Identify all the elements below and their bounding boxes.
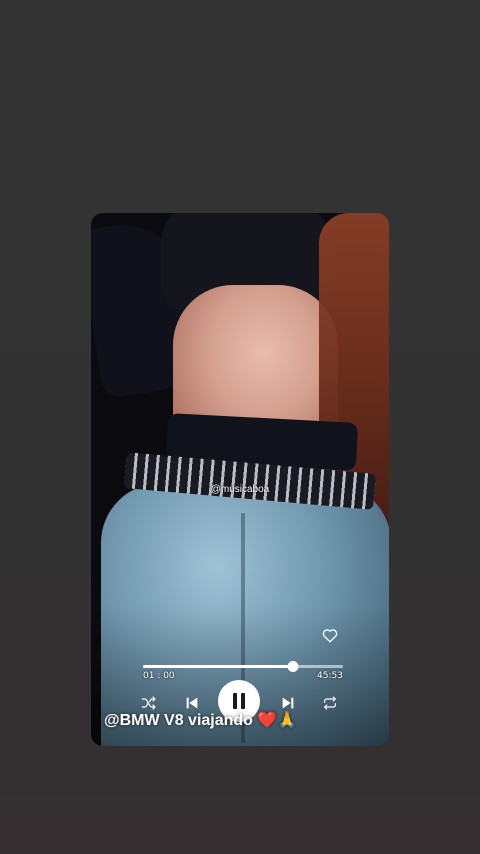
praying-hands-emoji: 🙏: [277, 712, 298, 729]
caption-label: @BMW V8 viajando: [104, 712, 253, 729]
repeat-icon: [324, 696, 336, 710]
story-screen: @musicaboa 01 : 00 45:53 @BMW V8 viajand…: [0, 0, 480, 854]
total-time: 45:53: [317, 671, 343, 681]
progress-fill: [143, 665, 293, 668]
skip-next-icon: [282, 697, 294, 709]
skip-previous-icon: [186, 697, 198, 709]
heart-emoji: ❤️: [257, 712, 278, 729]
shuffle-icon: [141, 696, 156, 710]
repeat-button[interactable]: [319, 693, 341, 713]
heart-outline-icon: [322, 628, 338, 642]
like-button[interactable]: [321, 626, 339, 644]
progress-handle[interactable]: [287, 661, 299, 672]
pause-icon: [233, 693, 245, 709]
progress-bar[interactable]: [143, 661, 343, 672]
watermark-text: @musicaboa: [210, 484, 270, 495]
story-card[interactable]: @musicaboa 01 : 00 45:53 @BMW V8 viajand…: [91, 213, 389, 746]
elapsed-time: 01 : 00: [143, 671, 175, 681]
caption-text: @BMW V8 viajando ❤️🙏: [104, 710, 297, 730]
